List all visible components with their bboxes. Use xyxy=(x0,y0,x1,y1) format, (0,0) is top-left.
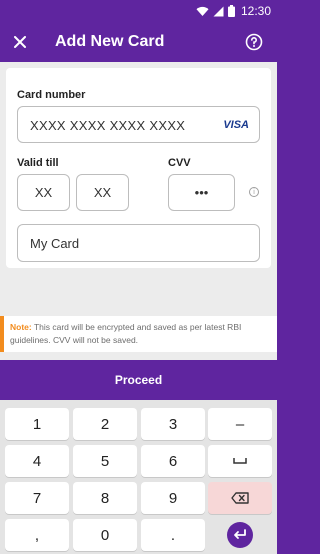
key-7[interactable]: 7 xyxy=(5,482,69,514)
key-comma[interactable]: , xyxy=(5,519,69,551)
key-9[interactable]: 9 xyxy=(141,482,205,514)
note-text: Note: This card will be encrypted and sa… xyxy=(10,321,268,347)
status-bar: 12:30 xyxy=(0,0,277,22)
key-1[interactable]: 1 xyxy=(5,408,69,440)
key-6[interactable]: 6 xyxy=(141,445,205,477)
proceed-button[interactable]: Proceed xyxy=(0,360,277,400)
close-icon xyxy=(14,36,26,48)
help-button[interactable] xyxy=(243,31,265,53)
expiry-year-placeholder: XX xyxy=(93,185,112,200)
key-8[interactable]: 8 xyxy=(73,482,137,514)
cvv-value: ••• xyxy=(194,185,209,200)
info-icon[interactable]: i xyxy=(249,187,259,197)
key-period[interactable]: . xyxy=(141,519,205,551)
backspace-icon xyxy=(231,492,249,504)
card-number-label: Card number xyxy=(17,89,86,101)
cvv-label: CVV xyxy=(168,157,191,169)
expiry-month-placeholder: XX xyxy=(34,185,53,200)
space-icon xyxy=(233,458,247,464)
battery-icon xyxy=(227,5,235,17)
status-time: 12:30 xyxy=(240,4,271,18)
key-0[interactable]: 0 xyxy=(73,519,137,551)
numeric-keypad: 1 2 3 – 4 5 6 7 8 9 , 0 . xyxy=(0,400,277,554)
key-2[interactable]: 2 xyxy=(73,408,137,440)
key-3[interactable]: 3 xyxy=(141,408,205,440)
status-icons: 12:30 xyxy=(196,4,271,18)
key-5[interactable]: 5 xyxy=(73,445,137,477)
page-title: Add New Card xyxy=(55,33,165,50)
close-button[interactable] xyxy=(8,30,32,54)
help-icon xyxy=(245,33,263,51)
note-label: Note: xyxy=(10,322,32,332)
key-backspace[interactable] xyxy=(208,482,272,514)
note-banner: Note: This card will be encrypted and sa… xyxy=(0,316,277,352)
signal-icon xyxy=(213,6,224,16)
wifi-icon xyxy=(196,6,209,16)
expiry-month-input[interactable]: XX xyxy=(17,174,70,211)
note-body: This card will be encrypted and saved as… xyxy=(10,322,242,345)
card-number-placeholder: XXXX XXXX XXXX XXXX xyxy=(30,118,186,133)
expiry-year-input[interactable]: XX xyxy=(76,174,129,211)
card-form: Card number XXXX XXXX XXXX XXXX VISA Val… xyxy=(6,68,271,268)
enter-icon xyxy=(234,529,246,539)
key-minus[interactable]: – xyxy=(208,408,272,440)
key-space[interactable] xyxy=(208,445,272,477)
key-4[interactable]: 4 xyxy=(5,445,69,477)
card-name-value: My Card xyxy=(30,236,80,251)
app-bar: Add New Card xyxy=(0,22,277,62)
valid-till-label: Valid till xyxy=(17,157,59,169)
card-name-input[interactable]: My Card xyxy=(17,224,260,262)
cvv-input[interactable]: ••• xyxy=(168,174,235,211)
key-enter[interactable] xyxy=(208,519,272,551)
enter-button-circle xyxy=(227,522,253,548)
card-number-input[interactable]: XXXX XXXX XXXX XXXX VISA xyxy=(17,106,260,143)
visa-logo: VISA xyxy=(223,119,249,131)
